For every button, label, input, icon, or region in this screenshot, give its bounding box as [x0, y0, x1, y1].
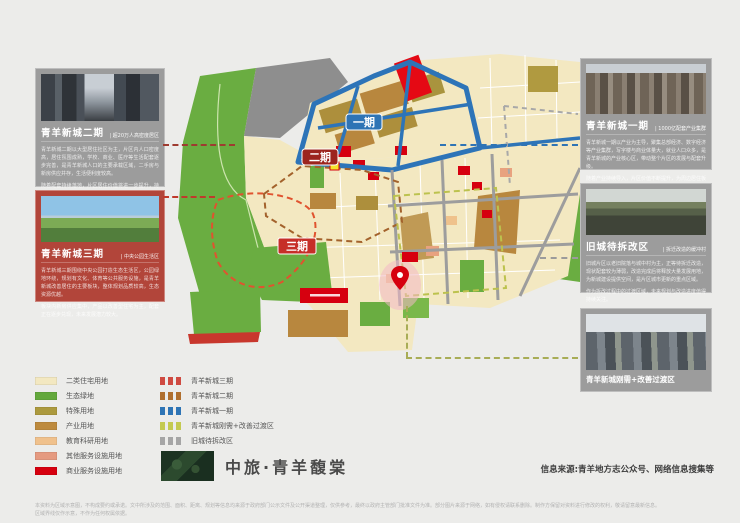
callout-phase3: 青羊新城三期 | 中央公园生活区 青羊新城三期围绕中央公园打造生态生活区，公园绿… [35, 190, 165, 302]
legend-item-phase1-boundary: 青羊新城一期 [160, 404, 274, 419]
phase2-body-1: 青羊新城二期以大型居住社区为主，片区内人口密度高，居住氛围成熟，学校、商业、医疗… [41, 146, 159, 178]
oldtown-subtitle: | 拆迁改造的缓冲村 [663, 246, 706, 253]
phase1-header: 青羊新城一期 | 1000亿配套产业集群 [586, 118, 706, 135]
connector-phase1 [440, 144, 578, 146]
connector-phase3 [163, 196, 215, 198]
legend-landuse: 二类住宅用地 生态绿地 特殊用地 产业用地 教育科研用地 其他服务设施用地 商业… [35, 374, 122, 478]
infographic-canvas: 一期 二期 三期 青羊新城二期 | 超20万人高密度居区 青羊新城二期以大型居住… [0, 0, 740, 523]
phase3-dash-swatch [160, 377, 182, 385]
oldtown-body-2: 作为拆改过程中的过渡区域，未来规划与改造进度值得持续关注。 [586, 288, 706, 304]
education-swatch [35, 437, 57, 445]
legend-item-transition-boundary: 青羊新城刚需+改善过渡区 [160, 419, 274, 434]
transition-photo [586, 314, 706, 370]
callout-phase2: 青羊新城二期 | 超20万人高密度居区 青羊新城二期以大型居住社区为主，片区内人… [35, 68, 165, 187]
legend-item-oldtown-boundary: 旧城待拆改区 [160, 434, 274, 449]
phase2-dash-swatch [160, 392, 182, 400]
legend-label: 旧城待拆改区 [191, 436, 233, 446]
legend-item-residential: 二类住宅用地 [35, 374, 122, 389]
callout-oldtown: 旧城待拆改区 | 拆迁改造的缓冲村 旧城片区以老旧院落与城中村为主，正等待拆迁改… [580, 183, 712, 293]
legend-label: 教育科研用地 [66, 436, 108, 446]
landuse-map: 一期 二期 三期 [160, 48, 580, 378]
connector-phase2 [163, 144, 235, 146]
legend-item-commercial: 商业服务设施用地 [35, 463, 122, 478]
callout-transition: 青羊新城刚需+改善过渡区 [580, 308, 712, 392]
phase3-header: 青羊新城三期 | 中央公园生活区 [41, 246, 159, 263]
legend-label: 产业用地 [66, 421, 94, 431]
phase1-title: 青羊新城一期 [586, 118, 649, 132]
connector-oldtown [540, 257, 578, 259]
phase2-title: 青羊新城二期 [41, 125, 104, 139]
phase1-body-1: 青羊新城一期以产业为主导，聚集总部经济、数字经济等产业集群，写字楼与商业体量大，… [586, 139, 706, 171]
transition-header: 青羊新城刚需+改善过渡区 [586, 374, 706, 387]
legend-item-phase2-boundary: 青羊新城二期 [160, 389, 274, 404]
svg-text:三期: 三期 [286, 239, 308, 253]
legend-label: 二类住宅用地 [66, 376, 108, 386]
special-swatch [35, 407, 57, 415]
brand-block: 中旅·青羊馥棠 [161, 451, 348, 481]
legend-item-education: 教育科研用地 [35, 434, 122, 449]
phase1-map-label: 一期 [346, 114, 382, 130]
svg-text:二期: 二期 [309, 150, 331, 164]
phase1-subtitle: | 1000亿配套产业集群 [655, 125, 706, 132]
oldtown-title: 旧城待拆改区 [586, 239, 649, 253]
legend-item-industry: 产业用地 [35, 419, 122, 434]
legend-label: 青羊新城一期 [191, 406, 233, 416]
connector-transition-horizontal [406, 357, 578, 359]
phase3-photo [41, 196, 159, 242]
phase3-body-2: 板块内新房供应集中，产品以改善型住宅为主，配套正在逐步兑现，未来发展潜力较大。 [41, 303, 159, 319]
phase3-subtitle: | 中央公园生活区 [121, 253, 159, 260]
transition-title: 青羊新城刚需+改善过渡区 [586, 374, 675, 385]
legend-label: 青羊新城三期 [191, 376, 233, 386]
footer-disclaimer: 本资料为区域示意图，不构成要约或承诺。文中所涉及的范围、面积、距离、规划等信息均… [35, 502, 710, 518]
source-note: 信息来源:青羊地方志公众号、网络信息搜集等 [541, 463, 714, 475]
svg-text:一期: 一期 [353, 115, 375, 129]
oldtown-header: 旧城待拆改区 | 拆迁改造的缓冲村 [586, 239, 706, 256]
phase2-subtitle: | 超20万人高密度居区 [109, 132, 159, 139]
transition-dash-swatch [160, 422, 182, 430]
phase1-dash-swatch [160, 407, 182, 415]
footer-line-2: 区域界线仅作示意，不作为任何权属依据。 [35, 511, 130, 517]
legend-item-other-service: 其他服务设施用地 [35, 448, 122, 463]
connector-transition-vertical [406, 306, 408, 358]
legend-label: 其他服务设施用地 [66, 451, 122, 461]
phase2-photo [41, 74, 159, 121]
brand-logo-image [161, 451, 214, 481]
legend-item-phase3-boundary: 青羊新城三期 [160, 374, 274, 389]
brand-name: 中旅·青羊馥棠 [225, 454, 348, 478]
oldtown-body-1: 旧城片区以老旧院落与城中村为主，正等待拆迁改造，现状配套较为薄弱，改造完成后将释… [586, 260, 706, 284]
legend-label: 商业服务设施用地 [66, 466, 122, 476]
industry-swatch [35, 422, 57, 430]
phase3-title: 青羊新城三期 [41, 246, 104, 260]
other-service-swatch [35, 452, 57, 460]
phase1-photo [586, 64, 706, 114]
callout-phase1: 青羊新城一期 | 1000亿配套产业集群 青羊新城一期以产业为主导，聚集总部经济… [580, 58, 712, 170]
footer-line-1: 本资料为区域示意图，不构成要约或承诺。文中所涉及的范围、面积、距离、规划等信息均… [35, 503, 660, 509]
legend-item-eco-green: 生态绿地 [35, 389, 122, 404]
eco-green-swatch [35, 392, 57, 400]
oldtown-dash-swatch [160, 437, 182, 445]
legend-label: 生态绿地 [66, 391, 94, 401]
legend-label: 特殊用地 [66, 406, 94, 416]
phase2-header: 青羊新城二期 | 超20万人高密度居区 [41, 125, 159, 142]
legend-label: 青羊新城二期 [191, 391, 233, 401]
phase3-body-1: 青羊新城三期围绕中央公园打造生态生活区，公园绿地环绕，规划有文化、体育等公共服务… [41, 267, 159, 299]
residential-swatch [35, 377, 57, 385]
legend-item-special: 特殊用地 [35, 404, 122, 419]
phase3-map-label: 三期 [278, 238, 316, 254]
legend-boundaries: 青羊新城三期 青羊新城二期 青羊新城一期 青羊新城刚需+改善过渡区 旧城待拆改区 [160, 374, 274, 448]
commercial-swatch [35, 467, 57, 475]
oldtown-photo [586, 189, 706, 235]
legend-label: 青羊新城刚需+改善过渡区 [191, 421, 274, 431]
phase2-map-label: 二期 [302, 149, 338, 165]
